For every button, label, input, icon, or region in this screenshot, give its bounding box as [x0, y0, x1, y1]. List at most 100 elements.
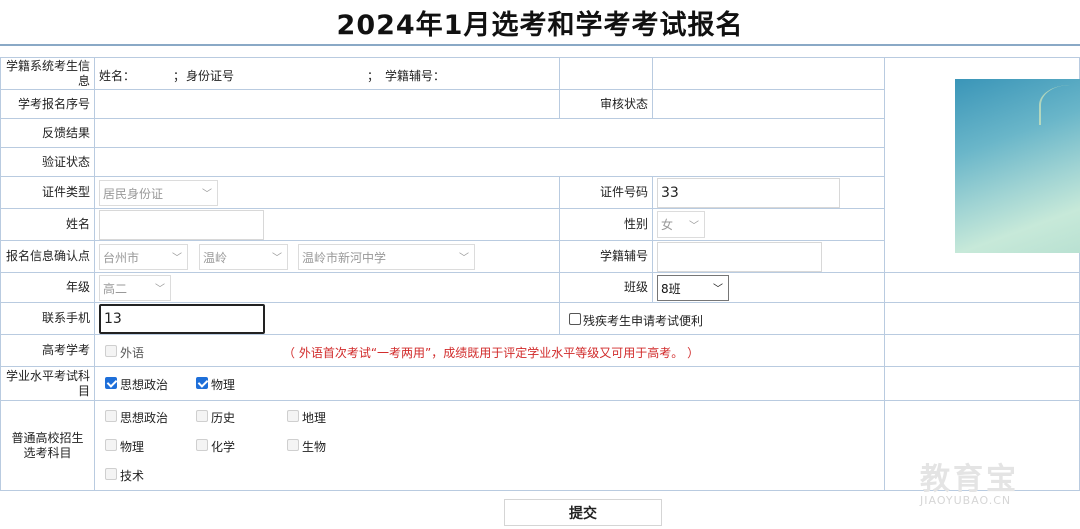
- chevron-down-icon: ﹀: [713, 283, 723, 295]
- id-number-input[interactable]: 33: [657, 178, 840, 208]
- gaokao-label: 高考学考: [0, 334, 95, 367]
- feedback-cell: [94, 118, 885, 148]
- class-select[interactable]: 8班 ﹀: [657, 275, 729, 301]
- grade-select[interactable]: 高二 ﹀: [99, 275, 171, 301]
- disability-checkbox[interactable]: [569, 313, 581, 325]
- grade-label: 年级: [0, 272, 95, 303]
- elective-politics-checkbox[interactable]: [105, 410, 117, 422]
- student-info-cell: 姓名： ； 身份证号 ； 学籍辅号：: [94, 57, 560, 90]
- district-value: 温岭: [203, 250, 228, 265]
- elective-tech-checkbox[interactable]: [105, 468, 117, 480]
- id-number-label: 证件号码: [559, 176, 653, 209]
- empty-cell: [884, 366, 1080, 401]
- id-number-cell: 33: [652, 176, 885, 209]
- elective-label: 普通高校招生选考科目: [0, 400, 95, 491]
- empty-cell: [884, 302, 1080, 335]
- watermark-subtext: JIAOYUBAO.CN: [920, 494, 1012, 507]
- elective-biology-checkbox[interactable]: [287, 439, 299, 451]
- registration-form: 学籍系统考生信息 姓名： ； 身份证号 ； 学籍辅号： 学考报名序号 审核状态 …: [0, 0, 1080, 529]
- confirm-point-label: 报名信息确认点: [0, 240, 95, 273]
- watermark-logo: 教育宝 JIAOYUBAO.CN: [920, 454, 1070, 514]
- chevron-down-icon: ﹀: [272, 252, 282, 264]
- grade-value: 高二: [103, 281, 128, 296]
- academic-physics-label: 物理: [211, 378, 236, 392]
- elective-politics-label: 思想政治: [120, 411, 169, 425]
- gender-cell: 女 ﹀: [652, 208, 885, 241]
- foreign-language-label: 外语: [120, 346, 145, 360]
- empty-cell: [652, 57, 885, 90]
- seq-label: 学考报名序号: [0, 89, 95, 119]
- empty-cell: [884, 272, 1080, 303]
- school-value: 温岭市新河中学: [302, 250, 387, 265]
- id-type-label: 证件类型: [0, 176, 95, 209]
- gaokao-cell: 外语 （ 外语首次考试“一考两用”，成绩既用于评定学业水平等级又可用于高考。 ）: [94, 334, 885, 367]
- class-label: 班级: [559, 272, 653, 303]
- academic-physics-checkbox[interactable]: [196, 377, 208, 389]
- student-reg-label: 学籍辅号：: [385, 69, 446, 83]
- reg-number-label: 学籍辅号: [559, 240, 653, 273]
- empty-cell: [884, 334, 1080, 367]
- class-value: 8班: [661, 281, 681, 296]
- student-photo: [955, 79, 1080, 253]
- elective-chemistry-checkbox[interactable]: [196, 439, 208, 451]
- submit-button[interactable]: 提交: [504, 499, 662, 526]
- foreign-language-checkbox[interactable]: [105, 345, 117, 357]
- id-type-cell: 居民身份证 ﹀: [94, 176, 560, 209]
- class-cell: 8班 ﹀: [652, 272, 885, 303]
- elective-history-label: 历史: [211, 411, 236, 425]
- review-status-label: 审核状态: [559, 89, 653, 119]
- id-type-select[interactable]: 居民身份证 ﹀: [99, 180, 218, 206]
- gender-value: 女: [661, 218, 674, 232]
- gender-select[interactable]: 女 ﹀: [657, 211, 705, 238]
- student-name-label: 姓名：: [99, 69, 136, 83]
- gender-label: 性别: [559, 208, 653, 241]
- school-select[interactable]: 温岭市新河中学 ﹀: [298, 244, 475, 270]
- watermark-text: 教育宝: [920, 462, 1019, 497]
- separator: ；: [367, 69, 380, 83]
- student-info-label: 学籍系统考生信息: [0, 57, 95, 90]
- foreign-language-note: （ 外语首次考试“一考两用”，成绩既用于评定学业水平等级又可用于高考。 ）: [283, 346, 700, 360]
- elective-history-checkbox[interactable]: [196, 410, 208, 422]
- academic-cell: 思想政治 物理: [94, 366, 885, 401]
- reg-number-cell: [652, 240, 885, 273]
- city-select[interactable]: 台州市 ﹀: [99, 244, 188, 270]
- disability-cell: 残疾考生申请考试便利: [559, 302, 885, 335]
- chevron-down-icon: ﹀: [155, 283, 165, 295]
- academic-label: 学业水平考试科目: [0, 366, 95, 401]
- name-label: 姓名: [0, 208, 95, 241]
- chevron-down-icon: ﹀: [689, 220, 699, 232]
- feedback-label: 反馈结果: [0, 118, 95, 148]
- reg-number-input[interactable]: [657, 242, 822, 272]
- academic-politics-checkbox[interactable]: [105, 377, 117, 389]
- district-select[interactable]: 温岭 ﹀: [199, 244, 288, 270]
- disability-label: 残疾考生申请考试便利: [583, 314, 704, 328]
- phone-cell: 13: [94, 302, 560, 335]
- student-id-label: 身份证号: [186, 69, 235, 83]
- phone-input[interactable]: 13: [99, 304, 265, 334]
- separator: ；: [173, 69, 186, 83]
- grade-cell: 高二 ﹀: [94, 272, 560, 303]
- elective-geography-checkbox[interactable]: [287, 410, 299, 422]
- chevron-down-icon: ﹀: [172, 252, 182, 264]
- elective-cell: 思想政治 历史 地理 物理 化学 生物 技术: [94, 400, 885, 491]
- chevron-down-icon: ﹀: [202, 188, 212, 200]
- chevron-down-icon: ﹀: [459, 252, 469, 264]
- name-cell: [94, 208, 560, 241]
- academic-politics-label: 思想政治: [120, 378, 169, 392]
- elective-physics-checkbox[interactable]: [105, 439, 117, 451]
- confirm-point-cell: 台州市 ﹀ 温岭 ﹀ 温岭市新河中学 ﹀: [94, 240, 560, 273]
- phone-label: 联系手机: [0, 302, 95, 335]
- elective-chemistry-label: 化学: [211, 440, 236, 454]
- elective-tech-label: 技术: [120, 469, 145, 483]
- elective-physics-label: 物理: [120, 440, 145, 454]
- seq-value-cell: [94, 89, 560, 119]
- review-status-cell: [652, 89, 885, 119]
- name-input[interactable]: [99, 210, 264, 240]
- elective-biology-label: 生物: [302, 440, 327, 454]
- verify-cell: [94, 147, 885, 177]
- empty-cell: [559, 57, 653, 90]
- city-value: 台州市: [103, 250, 140, 265]
- elective-geography-label: 地理: [302, 411, 327, 425]
- verify-label: 验证状态: [0, 147, 95, 177]
- id-type-value: 居民身份证: [103, 186, 164, 201]
